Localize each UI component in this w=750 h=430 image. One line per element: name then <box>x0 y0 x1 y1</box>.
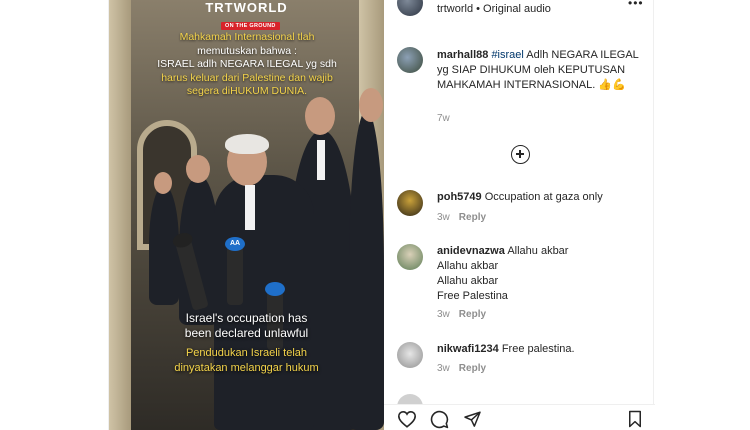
trtworld-logo: TRTWORLD <box>109 0 384 15</box>
comment-username[interactable]: nikwafi1234 <box>437 343 499 355</box>
bookmark-icon[interactable] <box>627 410 643 428</box>
reply-button[interactable]: Reply <box>459 363 486 374</box>
comment-time: 3w <box>437 309 450 320</box>
headline-line: harus keluar dari Palestine dan wajib <box>161 71 333 84</box>
person-head <box>305 97 335 135</box>
person-head <box>186 155 210 183</box>
trtworld-avatar[interactable] <box>397 0 423 16</box>
headline-line: memutuskan bahwa : <box>197 44 297 57</box>
nikwafi1234-avatar[interactable] <box>397 342 423 368</box>
post-header: trtworld • Original audio <box>437 3 551 15</box>
aa-mic-logo: AA <box>225 237 245 251</box>
reply-button[interactable]: Reply <box>459 309 486 320</box>
comment-text: Occupation at gaza only <box>484 191 603 203</box>
heart-icon[interactable] <box>397 410 417 428</box>
person-figure <box>349 110 384 430</box>
comment-text: Free Palestina <box>437 290 508 302</box>
poh5749-avatar[interactable] <box>397 190 423 216</box>
post-side-panel: trtworld • Original audio ••• marhall88 … <box>384 0 655 430</box>
more-horizontal-icon[interactable]: ••• <box>628 0 644 10</box>
reply-button[interactable]: Reply <box>459 212 486 223</box>
video-caption-indonesian: Pendudukan Israeli telah dinyatakan mela… <box>109 346 384 376</box>
plus-circle-icon[interactable] <box>511 145 530 164</box>
comment-username[interactable]: poh5749 <box>437 191 482 203</box>
caption-line: Israel's occupation has <box>185 311 308 325</box>
speaker-shirt <box>245 185 255 230</box>
comment-meta: 3w Reply <box>437 309 486 320</box>
anidevnazwa-avatar[interactable] <box>397 244 423 270</box>
hashtag-link[interactable]: #israel <box>491 49 523 61</box>
share-icon[interactable] <box>463 410 482 428</box>
caption-time: 7w <box>437 113 450 124</box>
video-headline: Mahkamah Internasional tlah memutuskan b… <box>117 31 377 99</box>
mic-cap <box>265 282 285 296</box>
header-username[interactable]: trtworld <box>437 3 473 15</box>
caption-meta: 7w <box>437 113 450 124</box>
comment-item: poh5749 Occupation at gaza only <box>437 190 647 205</box>
post-action-bar <box>384 404 655 430</box>
caption-line: Pendudukan Israeli telah <box>185 347 308 359</box>
post-caption: marhall88 #israel Adlh NEGARA ILEGAL yg … <box>437 48 647 93</box>
instagram-post: AA TRTWORLD ON THE GROUND Mahkamah Inter… <box>108 0 655 430</box>
comment-item: nikwafi1234 Free palestina. <box>437 342 647 357</box>
comment-username[interactable]: anidevnazwa <box>437 245 505 257</box>
comment-meta: 3w Reply <box>437 212 486 223</box>
marhall88-avatar[interactable] <box>397 47 423 73</box>
headline-line: Mahkamah Internasional tlah <box>179 31 315 43</box>
comment-meta: 3w Reply <box>437 363 486 374</box>
comment-text: Allahu akbar <box>507 245 569 257</box>
comment-icon[interactable] <box>430 410 449 429</box>
caption-line: been declared unlawful <box>184 326 309 340</box>
comment-time: 3w <box>437 363 450 374</box>
original-audio-link[interactable]: Original audio <box>483 3 551 15</box>
person-shirt <box>317 140 325 180</box>
post-video[interactable]: AA TRTWORLD ON THE GROUND Mahkamah Inter… <box>109 0 384 430</box>
speaker-hair <box>225 134 269 154</box>
person-head <box>154 172 172 194</box>
comment-text: Allahu akbar <box>437 275 499 287</box>
comment-text: Allahu akbar <box>437 260 499 272</box>
on-the-ground-tag: ON THE GROUND <box>221 22 280 30</box>
header-separator: • <box>476 3 480 15</box>
comment-text: Free palestina. <box>501 343 575 355</box>
caption-username[interactable]: marhall88 <box>437 49 488 61</box>
headline-line: segera diHUKUM DUNIA. <box>186 85 308 97</box>
comment-item: anidevnazwa Allahu akbar Allahu akbar Al… <box>437 244 647 304</box>
caption-line: dinyatakan melanggar hukum <box>174 362 319 374</box>
headline-line: ISRAEL adlh NEGARA ILEGAL yg sdh <box>157 58 337 70</box>
comment-time: 3w <box>437 212 450 223</box>
microphone: AA <box>225 237 245 305</box>
brand-text: TRTWORLD <box>205 0 288 15</box>
video-caption-english: Israel's occupation has been declared un… <box>109 311 384 341</box>
